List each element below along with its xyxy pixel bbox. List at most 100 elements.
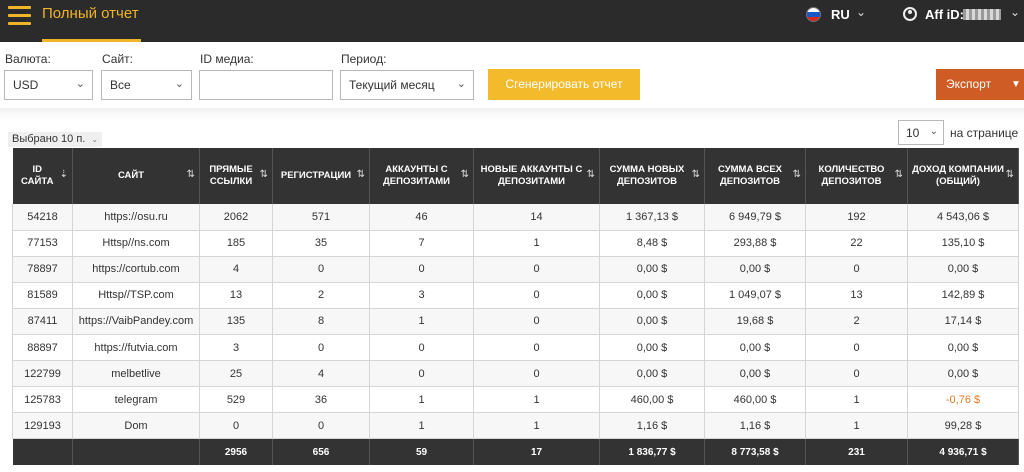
total-cell: 8 773,58 $ — [704, 438, 806, 465]
column-header[interactable]: Регистрации ⇅ — [272, 148, 370, 204]
table-cell: 7 — [369, 230, 474, 257]
total-cell — [12, 438, 73, 465]
column-header-label: Регистрации — [280, 170, 352, 181]
column-header[interactable]: Сайт ⇅ — [72, 148, 200, 204]
sort-icon[interactable]: ⇅ — [357, 169, 365, 181]
active-tab-indicator — [42, 39, 141, 42]
column-header-label: Количество депозитов — [818, 164, 885, 187]
table-cell: 122799 — [12, 360, 73, 388]
table-cell: 78897 — [12, 256, 73, 283]
sort-icon[interactable]: ⇅ — [187, 169, 195, 181]
totals-row: 2956 656 59 17 1 836,77 $8 773,58 $231 4 936,… — [12, 438, 1019, 465]
site-select[interactable]: Все ⌄ — [101, 70, 192, 100]
column-header[interactable]: ID сайта ⇣ — [12, 148, 73, 204]
table-cell: https://VaibPandey.com — [72, 308, 200, 335]
total-cell — [72, 438, 200, 465]
media-id-input[interactable] — [199, 70, 333, 100]
generate-report-button[interactable]: Сгенерировать отчет — [488, 69, 640, 100]
currency-label: Валюта: — [5, 52, 51, 66]
table-cell: 3 — [369, 282, 474, 309]
table-cell: 571 — [272, 204, 370, 231]
column-header[interactable]: Доход компании (общий) ⇅ — [907, 148, 1019, 204]
table-row: 81589 Httsp//TSP.com 13 2 3 0 0,00 $1 049,07 $… — [12, 282, 1019, 309]
chevron-down-icon[interactable]: ⌄ — [856, 5, 866, 19]
sort-icon[interactable]: ⇅ — [793, 169, 801, 181]
table-cell: 1 — [369, 386, 474, 414]
table-cell: 36 — [272, 386, 370, 414]
table-cell: 13 — [805, 282, 908, 309]
selected-count-label: Выбрано 10 п. — [12, 133, 86, 145]
table-cell: 192 — [805, 204, 908, 231]
language-selector[interactable]: RU — [831, 7, 850, 22]
column-header[interactable]: Аккаунты с депозитами ⇅ — [369, 148, 474, 204]
sort-icon[interactable]: ⇅ — [1006, 169, 1014, 181]
total-cell: 59 — [369, 438, 474, 465]
user-icon[interactable] — [903, 7, 917, 21]
table-row: 54218 https://osu.ru 2062 571 46 14 1 367,13 $… — [12, 204, 1019, 231]
table-cell: 129193 — [12, 412, 73, 440]
report-table: ID сайта ⇣ Сайт ⇅ Прямые ссылки ⇅ Регистрации ⇅… — [12, 148, 1019, 465]
table-row: 129193 Dom 0 0 1 1 1,16 $1,16 $1 99,28 $ — [12, 412, 1019, 440]
sort-icon[interactable]: ⇅ — [895, 169, 903, 181]
column-header[interactable]: Количество депозитов ⇅ — [805, 148, 908, 204]
column-header[interactable]: Прямые ссылки ⇅ — [199, 148, 273, 204]
table-cell: 0,00 $ — [599, 360, 705, 388]
sort-icon[interactable]: ⇅ — [260, 169, 268, 181]
table-row: 88897 https://futvia.com 3 0 0 0 0,00 $0,00 $0… — [12, 334, 1019, 362]
table-cell: 1 049,07 $ — [704, 282, 806, 309]
table-cell: 0 — [473, 308, 600, 335]
table-cell: 0,00 $ — [704, 360, 806, 388]
column-header-label: Сайт — [117, 170, 145, 181]
total-cell: 1 836,77 $ — [599, 438, 705, 465]
table-cell: 142,89 $ — [907, 282, 1019, 309]
table-cell: 6 949,79 $ — [704, 204, 806, 231]
per-page-select[interactable]: 10 ⌄ — [898, 120, 944, 145]
table-cell: 8,48 $ — [599, 230, 705, 257]
table-cell: 4 — [272, 360, 370, 388]
column-header[interactable]: Сумма всех депозитов ⇅ — [704, 148, 806, 204]
table-row: 125783 telegram 529 36 1 1 460,00 $460,00 $1 -0… — [12, 386, 1019, 414]
period-select[interactable]: Текущий месяц ⌄ — [340, 70, 474, 100]
table-cell: 0 — [805, 334, 908, 362]
table-cell: 1,16 $ — [599, 412, 705, 440]
table-cell: 1 — [369, 412, 474, 440]
table-cell: 1 — [369, 308, 474, 335]
sort-icon[interactable]: ⇅ — [587, 169, 595, 181]
currency-select[interactable]: USD ⌄ — [4, 70, 93, 100]
column-header[interactable]: Новые аккаунты с депозитами ⇅ — [473, 148, 600, 204]
table-cell: 2 — [272, 282, 370, 309]
table-cell: telegram — [72, 386, 200, 414]
table-cell: 0 — [805, 360, 908, 388]
sort-icon[interactable]: ⇅ — [461, 169, 469, 181]
column-header-label: Прямые ссылки — [209, 164, 253, 187]
table-cell: 0 — [199, 412, 273, 440]
column-header-label: Сумма всех депозитов — [717, 164, 782, 187]
table-cell: 0,00 $ — [599, 334, 705, 362]
table-row: 122799 melbetlive 25 4 0 0 0,00 $0,00 $0 0,00 $ — [12, 360, 1019, 388]
column-header[interactable]: Сумма новых депозитов ⇅ — [599, 148, 705, 204]
sort-ascending-icon[interactable]: ⇣ — [60, 169, 68, 181]
table-cell: 0,00 $ — [599, 282, 705, 309]
russia-flag-icon[interactable] — [806, 7, 821, 22]
table-cell: 0,00 $ — [704, 256, 806, 283]
columns-selected-dropdown[interactable]: Выбрано 10 п. ⌄ — [8, 132, 103, 147]
per-page-value: 10 — [906, 126, 920, 140]
sort-icon[interactable]: ⇅ — [692, 169, 700, 181]
table-cell: 4 — [199, 256, 273, 283]
site-label: Сайт: — [102, 52, 134, 66]
table-cell: 460,00 $ — [599, 386, 705, 414]
table-cell: 1 — [805, 386, 908, 414]
table-row: 78897 https://cortub.com 4 0 0 0 0,00 $0,00 $0… — [12, 256, 1019, 283]
table-cell: 0 — [473, 360, 600, 388]
column-header-label: Доход компании (общий) — [912, 164, 1004, 187]
table-cell: 0 — [272, 256, 370, 283]
table-cell: https://osu.ru — [72, 204, 200, 231]
chevron-down-icon[interactable]: ⌄ — [1010, 5, 1020, 19]
table-cell: 0,00 $ — [599, 256, 705, 283]
column-header-label: Сумма новых депозитов — [609, 164, 685, 187]
column-header-label: Новые аккаунты с депозитами — [480, 164, 583, 187]
export-button[interactable]: Экспорт ▼ — [936, 69, 1024, 100]
menu-icon[interactable] — [8, 6, 32, 28]
table-cell: 1 — [473, 230, 600, 257]
media-id-label: ID медиа: — [200, 52, 254, 66]
